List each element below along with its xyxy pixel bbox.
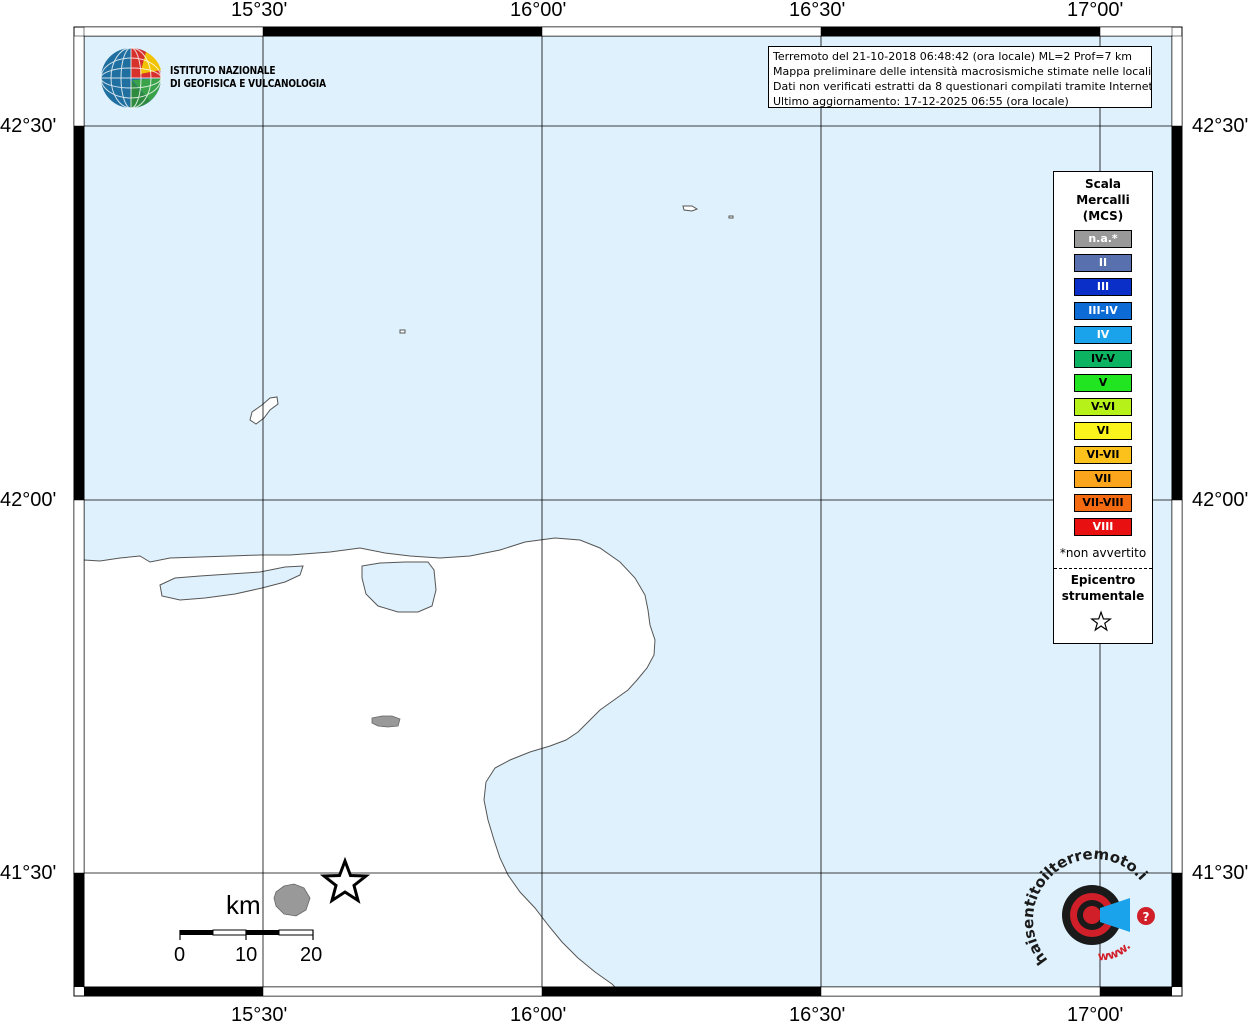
event-info-line4: Ultimo aggiornamento: 17-12-2025 06:55 (… bbox=[773, 95, 1069, 108]
map-figure: ? haisentitoilterremoto.it www. 15°30' 1… bbox=[0, 0, 1255, 1026]
legend-swatch: II bbox=[1074, 254, 1132, 272]
left-label-41-30: 41°30' bbox=[0, 862, 57, 884]
legend-swatch: VI bbox=[1074, 422, 1132, 440]
legend-epicenter-label: Epicentro strumentale bbox=[1054, 572, 1152, 604]
legend-swatch: IV-V bbox=[1074, 350, 1132, 368]
legend-title-line2: Mercalli bbox=[1076, 193, 1130, 207]
top-label-16-00: 16°00' bbox=[510, 0, 567, 21]
legend-epicenter-line1: Epicentro bbox=[1070, 573, 1136, 587]
legend-swatch: VIII bbox=[1074, 518, 1132, 536]
top-label-15-30: 15°30' bbox=[231, 0, 288, 21]
scale-unit: km bbox=[226, 890, 261, 920]
bottom-label-15-30: 15°30' bbox=[231, 1004, 288, 1026]
legend-title-line3: (MCS) bbox=[1082, 209, 1124, 223]
top-label-16-30: 16°30' bbox=[789, 0, 846, 21]
top-label-17-00: 17°00' bbox=[1067, 0, 1124, 21]
svg-text:?: ? bbox=[1143, 910, 1150, 924]
legend-title: Scala Mercalli (MCS) bbox=[1054, 176, 1152, 224]
legend-note: *non avvertito bbox=[1059, 546, 1147, 560]
bottom-label-16-30: 16°30' bbox=[789, 1004, 846, 1026]
right-label-42-00: 42°00' bbox=[1192, 489, 1249, 511]
legend-swatch: III bbox=[1074, 278, 1132, 296]
legend-swatch: V bbox=[1074, 374, 1132, 392]
scale-tick-20: 20 bbox=[300, 944, 323, 966]
legend-epicenter-line2: strumentale bbox=[1061, 589, 1145, 603]
island-pianosa bbox=[399, 329, 406, 334]
bottom-label-17-00: 17°00' bbox=[1067, 1004, 1124, 1026]
ingv-logo-icon bbox=[100, 47, 162, 109]
scale-tick-10: 10 bbox=[235, 944, 258, 966]
ingv-logo-line2: DI GEOFISICA E VULCANOLOGIA bbox=[170, 77, 326, 90]
event-info-line1: Terremoto del 21-10-2018 06:48:42 (ora l… bbox=[773, 50, 1133, 63]
legend-swatch: VII bbox=[1074, 470, 1132, 488]
scale-tick-0: 0 bbox=[174, 944, 186, 966]
ingv-logo-text: ISTITUTO NAZIONALE DI GEOFISICA E VULCAN… bbox=[170, 64, 326, 90]
legend-title-line1: Scala bbox=[1084, 177, 1122, 191]
event-info-box: Terremoto del 21-10-2018 06:48:42 (ora l… bbox=[768, 46, 1152, 108]
legend-swatch: III-IV bbox=[1074, 302, 1132, 320]
mcs-legend: Scala Mercalli (MCS) n.a.* II III III-IV IV I… bbox=[1053, 171, 1153, 644]
legend-swatch: VI-VII bbox=[1074, 446, 1132, 464]
event-info-line3: Dati non verificati estratti da 8 questi… bbox=[773, 80, 1152, 93]
legend-swatch: VII-VIII bbox=[1074, 494, 1132, 512]
legend-swatch: IV bbox=[1074, 326, 1132, 344]
right-label-41-30: 41°30' bbox=[1192, 862, 1249, 884]
right-label-42-30: 42°30' bbox=[1192, 115, 1249, 137]
left-label-42-00: 42°00' bbox=[0, 489, 57, 511]
legend-swatch: n.a.* bbox=[1074, 230, 1132, 248]
legend-star-icon bbox=[1090, 610, 1113, 632]
legend-swatch: V-VI bbox=[1074, 398, 1132, 416]
event-info-line2: Mappa preliminare delle intensità macros… bbox=[773, 65, 1152, 78]
felt-area-northern bbox=[371, 715, 401, 728]
ingv-logo-line1: ISTITUTO NAZIONALE bbox=[170, 64, 276, 77]
bottom-label-16-00: 16°00' bbox=[510, 1004, 567, 1026]
left-label-42-30: 42°30' bbox=[0, 115, 57, 137]
island-pelagosa-small bbox=[728, 215, 734, 219]
legend-separator bbox=[1054, 568, 1152, 569]
